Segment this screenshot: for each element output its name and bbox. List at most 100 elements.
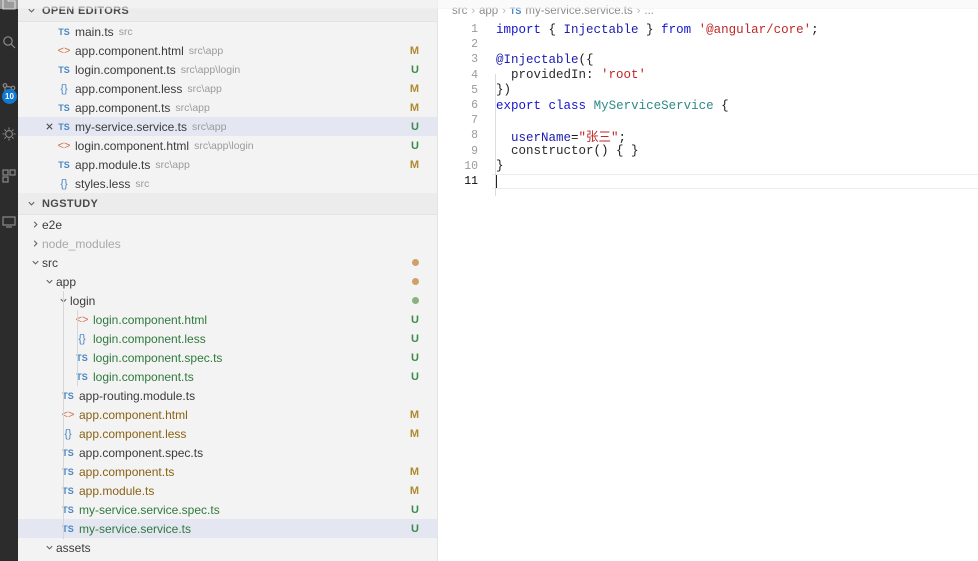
open-editor-row[interactable]: {} app.component.less src\app M <box>18 79 437 98</box>
code-token: Injectable <box>563 22 639 37</box>
code-line[interactable]: 11 <box>438 174 978 189</box>
chevron-down-icon <box>24 6 38 15</box>
open-editor-filename: main.ts <box>75 24 114 39</box>
file-row[interactable]: TS my-service.service.spec.ts U <box>18 500 437 519</box>
file-name: login.component.ts <box>93 369 194 384</box>
extensions-icon[interactable] <box>0 166 19 186</box>
line-number: 5 <box>471 83 478 97</box>
code-line[interactable]: 4 providedIn: 'root' <box>438 68 978 83</box>
open-editor-row[interactable]: TS main.ts src <box>18 22 437 41</box>
remote-explorer-icon[interactable] <box>0 212 19 232</box>
git-status-badge: U <box>411 63 419 76</box>
folder-name: app <box>56 274 77 289</box>
code-token: { <box>541 22 564 37</box>
line-number: 9 <box>471 144 478 158</box>
explorer-sidebar: OPEN EDITORS TS main.ts src <> app.component… <box>18 0 438 561</box>
file-row[interactable]: {} login.component.less U <box>18 329 437 348</box>
code-token: }) <box>496 83 512 98</box>
file-name: app.component.html <box>79 407 188 422</box>
code-editor[interactable]: 1 import { Injectable } from '@angular/co… <box>438 22 978 561</box>
file-row[interactable]: {} app.component.less M <box>18 424 437 443</box>
chevron-right-icon[interactable] <box>28 220 42 229</box>
explorer-icon[interactable] <box>0 0 19 14</box>
code-token: class <box>548 98 587 113</box>
run-debug-icon[interactable] <box>0 124 19 144</box>
code-text: @Injectable({ <box>492 53 594 67</box>
code-line[interactable]: 6 export class MyServiceService { <box>438 98 978 113</box>
code-token: 'root' <box>601 68 647 83</box>
code-line[interactable]: 5}) <box>438 83 978 98</box>
code-line[interactable]: 8 userName="张三"; <box>438 128 978 145</box>
open-editor-row[interactable]: <> login.component.html src\app\login U <box>18 136 437 155</box>
less-file-icon: {} <box>60 177 68 190</box>
folder-row[interactable]: assets <box>18 538 437 557</box>
code-token: from <box>661 22 692 37</box>
open-editors-header[interactable]: OPEN EDITORS <box>18 0 437 22</box>
git-status-badge: M <box>409 484 419 497</box>
html-file-icon: <> <box>57 139 71 152</box>
folder-row[interactable]: node_modules <box>18 234 437 253</box>
breadcrumb-separator-icon: › <box>471 5 476 17</box>
file-name: app.component.less <box>79 426 187 441</box>
code-line[interactable]: 1 import { Injectable } from '@angular/co… <box>438 22 978 37</box>
line-number: 1 <box>471 23 478 37</box>
git-status-badge: M <box>409 408 419 421</box>
source-control-badge: 10 <box>2 89 17 104</box>
file-row[interactable]: TS app-routing.module.ts <box>18 386 437 405</box>
code-token: } <box>638 22 662 37</box>
chevron-down-icon[interactable] <box>42 277 56 286</box>
code-line[interactable]: 10} <box>438 159 978 174</box>
file-row[interactable]: TS my-service.service.ts U <box>18 519 437 538</box>
close-icon[interactable] <box>42 122 56 131</box>
code-line[interactable]: 2 <box>438 37 978 52</box>
open-editor-row[interactable]: <> app.component.html src\app M <box>18 41 437 60</box>
search-icon[interactable] <box>0 32 19 52</box>
code-token: providedIn <box>496 68 587 83</box>
project-header[interactable]: NGSTUDY <box>18 193 437 215</box>
file-row[interactable]: TS login.component.spec.ts U <box>18 348 437 367</box>
git-status-badge: U <box>411 522 419 535</box>
open-editor-row[interactable]: TS app.module.ts src\app M <box>18 155 437 174</box>
breadcrumb-item-symbol[interactable]: ... <box>644 5 654 17</box>
line-number: 4 <box>471 68 478 82</box>
breadcrumb-item-app[interactable]: app <box>479 5 498 17</box>
chevron-down-icon[interactable] <box>42 543 56 552</box>
typescript-file-icon: TS <box>58 64 70 75</box>
git-status-badge: M <box>409 82 419 95</box>
file-name: login.component.html <box>93 312 208 327</box>
sidebar-scrollbar[interactable] <box>431 0 437 561</box>
folder-row[interactable]: e2e <box>18 215 437 234</box>
code-text: } <box>492 159 504 173</box>
file-row[interactable]: TS login.component.ts U <box>18 367 437 386</box>
code-token: ({ <box>578 52 594 67</box>
open-editor-row[interactable]: TS login.component.ts src\app\login U <box>18 60 437 79</box>
file-name: my-service.service.spec.ts <box>79 502 220 517</box>
chevron-down-icon[interactable] <box>28 258 42 267</box>
open-editor-row[interactable]: {} styles.less src <box>18 174 437 193</box>
breadcrumb-item-src[interactable]: src <box>452 5 467 17</box>
open-editor-row[interactable]: TS app.component.ts src\app M <box>18 98 437 117</box>
code-token: () { } <box>593 144 639 159</box>
file-row[interactable]: <> login.component.html U <box>18 310 437 329</box>
file-row[interactable]: TS app.module.ts M <box>18 481 437 500</box>
open-editor-row[interactable]: TS my-service.service.ts src\app U <box>18 117 437 136</box>
folder-row[interactable]: login <box>18 291 437 310</box>
code-text: import { Injectable } from '@angular/cor… <box>492 23 819 37</box>
code-text: providedIn: 'root' <box>492 68 646 82</box>
line-number: 11 <box>464 174 478 188</box>
project-title: NGSTUDY <box>42 197 99 210</box>
file-row[interactable]: TS app.component.ts M <box>18 462 437 481</box>
folder-row[interactable]: src <box>18 253 437 272</box>
file-row[interactable]: <> app.component.html M <box>18 405 437 424</box>
git-status-badge: M <box>409 465 419 478</box>
code-line[interactable]: 9 constructor() { } <box>438 144 978 159</box>
file-row[interactable]: TS app.component.spec.ts <box>18 443 437 462</box>
folder-row[interactable]: app <box>18 272 437 291</box>
git-status-badge: M <box>409 158 419 171</box>
git-status-badge: M <box>409 44 419 57</box>
code-lines[interactable]: 1 import { Injectable } from '@angular/co… <box>438 22 978 189</box>
chevron-right-icon[interactable] <box>28 239 42 248</box>
breadcrumb-item-file[interactable]: my-service.service.ts <box>525 5 632 17</box>
code-line[interactable]: 3 @Injectable({ <box>438 52 978 67</box>
git-status-badge: U <box>411 120 419 133</box>
